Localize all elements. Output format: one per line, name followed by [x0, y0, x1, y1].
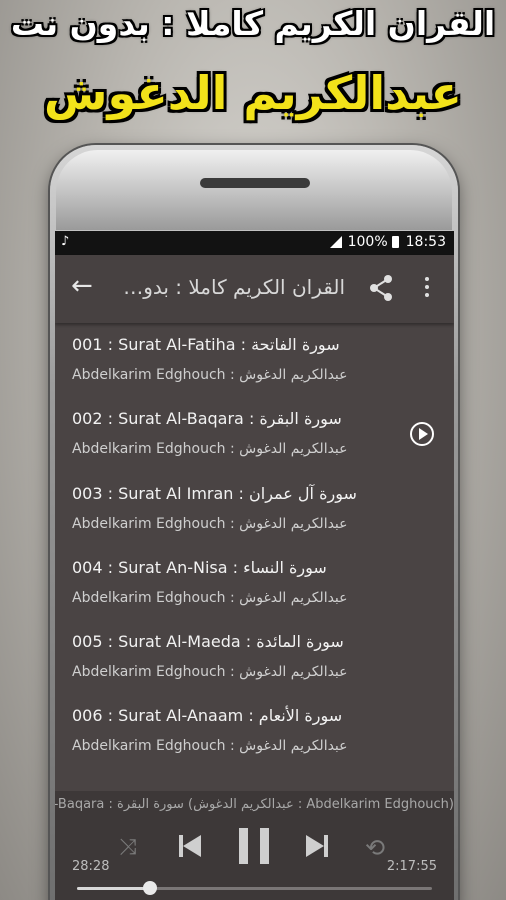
list-item[interactable]: 002 : Surat Al-Baqara : سورة البقرة Abde… — [55, 397, 454, 471]
list-item[interactable]: 005 : Surat Al-Maeda : سورة المائدة Abde… — [55, 620, 454, 694]
elapsed-time: 28:28 — [72, 859, 110, 874]
list-item[interactable]: 004 : Surat An-Nisa : سورة النساء Abdelk… — [55, 546, 454, 620]
play-circle-icon[interactable] — [410, 422, 434, 447]
repeat-icon[interactable]: ⟲ — [365, 834, 385, 862]
track-title: 005 : Surat Al-Maeda : سورة المائدة — [72, 632, 344, 652]
status-bar: ♪ 100% 18:53 — [55, 231, 454, 255]
battery-percent: 100% — [347, 234, 388, 250]
arrow-back-icon[interactable]: ← — [71, 271, 93, 301]
track-reciter: Abdelkarim Edghouch : عبدالكريم الدغوش — [72, 589, 348, 606]
pause-icon[interactable] — [239, 828, 269, 864]
track-title: 006 : Surat Al-Anaam : سورة الأنعام — [72, 706, 343, 726]
battery-icon — [391, 236, 399, 248]
track-reciter: Abdelkarim Edghouch : عبدالكريم الدغوش — [72, 441, 348, 458]
track-title: 002 : Surat Al-Baqara : سورة البقرة — [72, 409, 342, 429]
music-note-icon: ♪ — [61, 234, 70, 249]
track-reciter: Abdelkarim Edghouch : عبدالكريم الدغوش — [72, 367, 348, 383]
track-title: 004 : Surat An-Nisa : سورة النساء — [72, 557, 327, 577]
track-list: 001 : Surat Al-Fatiha : سورة الفاتحة Abd… — [55, 323, 454, 769]
app-bar-title: القران الكريم كاملا : بدون نت — [119, 275, 345, 299]
signal-icon — [329, 236, 342, 248]
app-screen: ♪ 100% 18:53 ← القران الكريم كاملا : بدو… — [55, 231, 454, 900]
phone-speaker — [200, 178, 310, 188]
total-duration: 2:17:55 — [386, 859, 437, 874]
skip-previous-icon[interactable] — [179, 835, 203, 857]
list-item[interactable]: 006 : Surat Al-Anaam : سورة الأنعام Abde… — [55, 694, 454, 768]
seek-progress — [77, 887, 151, 890]
now-playing-text: (Abdelkarim Edghouch : عبدالكريم الدغوش)… — [55, 797, 454, 812]
app-bar: ← القران الكريم كاملا : بدون نت — [55, 255, 454, 323]
track-reciter: Abdelkarim Edghouch : عبدالكريم الدغوش — [72, 738, 348, 755]
banner-reciter-name: عبدالكريم الدغوش — [44, 66, 462, 120]
list-item[interactable]: 001 : Surat Al-Fatiha : سورة الفاتحة Abd… — [55, 323, 454, 397]
track-reciter: Abdelkarim Edghouch : عبدالكريم الدغوش — [72, 515, 348, 532]
share-icon[interactable] — [368, 273, 394, 303]
track-title: 003 : Surat Al Imran : سورة آل عمران — [72, 483, 357, 503]
banner-title: القران الكريم كاملا : بدون نت — [10, 4, 496, 43]
shuffle-icon[interactable]: ⤨ — [119, 835, 137, 860]
skip-next-icon[interactable] — [304, 835, 328, 857]
player-panel: (Abdelkarim Edghouch : عبدالكريم الدغوش)… — [55, 791, 454, 900]
track-reciter: Abdelkarim Edghouch : عبدالكريم الدغوش — [72, 664, 348, 681]
track-title: 001 : Surat Al-Fatiha : سورة الفاتحة — [72, 335, 340, 354]
phone-bezel-top — [56, 150, 452, 230]
seek-thumb[interactable] — [143, 881, 158, 895]
seek-bar[interactable] — [77, 881, 432, 895]
list-item[interactable]: 003 : Surat Al Imran : سورة آل عمران Abd… — [55, 472, 454, 546]
status-time: 18:53 — [405, 234, 446, 250]
more-vert-icon[interactable] — [423, 277, 431, 301]
